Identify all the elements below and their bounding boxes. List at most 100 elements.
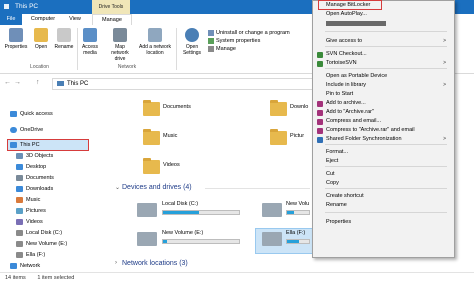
drive-tools-tab[interactable]: Drive Tools [92, 0, 130, 14]
drive-new-volume-name[interactable]: New Volu [286, 201, 309, 207]
menu-item[interactable]: Shared Folder Synchronization > [313, 135, 452, 144]
folder-music[interactable]: Music [163, 133, 177, 139]
folder-icon[interactable] [270, 129, 287, 145]
menu-item-label: Compress to "Archive.rar" and email [326, 127, 415, 133]
folder-icon[interactable] [143, 129, 160, 145]
forward-button[interactable]: → [14, 79, 21, 86]
up-button[interactable]: ↑ [36, 79, 40, 86]
nav-item[interactable]: 3D Objects [16, 151, 53, 161]
nav-item[interactable]: Documents [16, 173, 54, 183]
drive-icon[interactable] [137, 232, 157, 246]
address-text: This PC [67, 81, 89, 87]
rename-button[interactable]: Rename [53, 28, 75, 50]
menu-item[interactable]: Include in library > [313, 81, 452, 90]
menu-item[interactable]: Copy [313, 179, 452, 188]
drive-icon[interactable] [137, 203, 157, 217]
manage-item[interactable]: Manage [208, 45, 312, 53]
nav-quick-access[interactable]: Quick access [10, 109, 53, 119]
nav-onedrive[interactable]: OneDrive [10, 125, 43, 135]
folder-pictures[interactable]: Pictur [290, 133, 304, 139]
folder-documents[interactable]: Documents [163, 104, 191, 110]
add-network-location-button[interactable]: Add a network location [138, 28, 172, 56]
nav-item[interactable]: Videos [16, 217, 43, 227]
menu-separator [325, 31, 447, 32]
folder-icon[interactable] [270, 100, 287, 116]
menu-separator [325, 68, 447, 69]
nav-item[interactable]: New Volume (E:) [16, 239, 67, 249]
drive-e-name[interactable]: New Volume (E:) [162, 230, 203, 236]
nav-item-label: Network [20, 263, 41, 269]
nav-item[interactable]: Pictures [16, 206, 46, 216]
menu-item-label: Open as Portable Device [326, 73, 388, 79]
nav-item-label: Downloads [26, 186, 54, 192]
drive-icon[interactable] [262, 203, 282, 217]
open-button[interactable]: Open [31, 28, 51, 50]
tab-computer[interactable]: Computer [24, 14, 62, 25]
folder-icon [16, 240, 23, 247]
nav-item-label: Ella (F:) [26, 252, 46, 258]
nav-item[interactable]: Ella (F:) [16, 250, 45, 260]
properties-button[interactable]: Properties [3, 28, 29, 50]
open-settings-label: Open Settings [182, 44, 202, 56]
network-locations-header[interactable]: Network locations (3) [122, 260, 188, 267]
chevron-right-icon[interactable]: › [115, 260, 117, 266]
menu-item[interactable]: Rename [313, 201, 452, 210]
menu-item[interactable] [313, 19, 452, 28]
menu-item[interactable]: Add to archive... [313, 99, 452, 108]
selection-count: 1 item selected [37, 275, 75, 281]
nav-item[interactable]: Network [10, 261, 40, 271]
chevron-down-icon[interactable]: ⌄ [115, 184, 120, 191]
tab-file[interactable]: File [0, 14, 22, 25]
drive-icon[interactable] [262, 232, 282, 246]
menu-item[interactable]: Create shortcut [313, 192, 452, 201]
menu-separator [325, 46, 447, 47]
menu-item[interactable]: Properties [313, 218, 452, 227]
menu-item-label: TortoiseSVN [326, 60, 357, 66]
back-button[interactable]: ← [4, 79, 11, 86]
uninstall-program-item[interactable]: Uninstall or change a program [208, 29, 312, 37]
drive-f-name[interactable]: Ella (F:) [286, 230, 305, 236]
nav-item[interactable]: Desktop [16, 162, 46, 172]
map-network-drive-button[interactable]: Map network drive [106, 28, 134, 62]
nav-item[interactable]: Music [16, 195, 40, 205]
menu-item-label: Include in library [326, 82, 367, 88]
drive-c-name[interactable]: Local Disk (C:) [162, 201, 198, 207]
menu-item[interactable]: Compress and email... [313, 117, 452, 126]
access-media-button[interactable]: Access media [79, 28, 101, 56]
menu-item[interactable]: Open AutoPlay... [313, 10, 452, 19]
open-icon [34, 28, 48, 42]
properties-label: Properties [4, 44, 28, 50]
item-count: 14 items [5, 275, 26, 281]
address-bar[interactable]: This PC [52, 78, 324, 90]
nav-item[interactable]: Local Disk (C:) [16, 228, 62, 238]
tab-view[interactable]: View [64, 14, 86, 25]
menu-item[interactable]: Format... [313, 148, 452, 157]
folder-icon [16, 229, 23, 236]
system-properties-item[interactable]: System properties [208, 37, 312, 45]
star-icon [10, 110, 17, 117]
menu-item[interactable]: Compress to "Archive.rar" and email [313, 126, 452, 135]
rename-icon [57, 28, 71, 42]
checkbox-icon [208, 37, 214, 44]
nav-item[interactable]: Downloads [16, 184, 53, 194]
menu-item[interactable]: Give access to > [313, 37, 452, 46]
menu-item[interactable]: TortoiseSVN > [313, 59, 452, 68]
properties-icon [9, 28, 23, 42]
folder-icon[interactable] [143, 100, 160, 116]
menu-item[interactable]: Pin to Start [313, 90, 452, 99]
devices-header[interactable]: Devices and drives (4) [122, 184, 192, 191]
open-settings-button[interactable]: Open Settings [179, 28, 205, 56]
uninstall-icon [208, 29, 214, 36]
nav-item-label: Pictures [26, 208, 46, 214]
menu-item[interactable]: SVN Checkout... [313, 50, 452, 59]
menu-item[interactable]: Open as Portable Device [313, 72, 452, 81]
menu-item[interactable]: Cut [313, 170, 452, 179]
nav-this-pc[interactable]: This PC [10, 140, 40, 150]
menu-item[interactable]: Eject [313, 157, 452, 166]
menu-item[interactable]: Add to "Archive.rar" [313, 108, 452, 117]
folder-videos[interactable]: Videos [163, 162, 180, 168]
nav-item-label: Videos [26, 219, 43, 225]
folder-icon[interactable] [143, 158, 160, 174]
folder-downloads[interactable]: Downlo [290, 104, 308, 110]
folder-icon [16, 196, 23, 203]
